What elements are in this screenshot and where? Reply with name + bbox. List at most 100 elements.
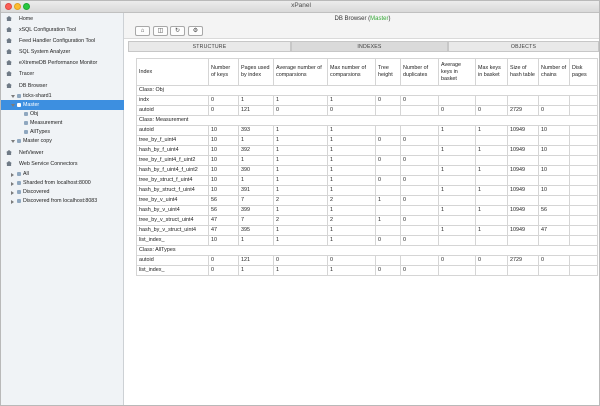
table-row[interactable]: hash_by_struct_f_uint4 10 391 1 1 1 1 10949 10 [136,185,598,196]
sidebar-item-discovered-from-localhost-8083[interactable]: Discovered from localhost:8083 [1,196,124,206]
table-cell: 10949 [507,185,539,196]
table-row[interactable]: list_index_ 10 1 1 1 0 0 [136,235,598,246]
column-header[interactable]: Index [136,58,209,86]
column-header[interactable]: Max number of comparsions [327,58,376,86]
expand-arrow-icon[interactable] [11,199,14,204]
sidebar-item-home[interactable]: Home [1,14,124,24]
sidebar-item-master-copy[interactable]: Master copy [1,136,124,146]
table-cell [438,265,476,276]
table-row[interactable]: hash_by_v_uint4 56 399 1 1 1 1 10949 56 [136,205,598,216]
refresh-button[interactable]: ↻ [170,26,185,36]
table-cell: 0 [538,255,570,266]
table-cell: 1 [438,185,476,196]
table-cell: 392 [238,145,274,156]
table-cell [375,125,401,136]
sidebar-item-xsql-configuration-tool[interactable]: xSQL Configuration Tool [1,25,124,35]
index-name-cell: indx [136,95,209,106]
table-cell [400,255,439,266]
tab-indexes[interactable]: INDEXES [291,41,448,52]
sidebar-item-sql-system-analyzer[interactable]: SQL System Analyzer [1,47,124,57]
index-name-cell: hash_by_f_uint4_f_uint2 [136,165,209,176]
table-cell [375,185,401,196]
column-header[interactable]: Pages used by index [238,58,274,86]
title-bar: xPanel [1,1,599,13]
table-cell: 10949 [507,225,539,236]
table-cell: 121 [238,255,274,266]
sidebar-item-db-browser[interactable]: DB Browser [1,81,124,91]
expand-arrow-icon[interactable] [11,190,14,195]
sidebar-item-label: Sharded from localhost:8000 [23,180,91,186]
table-row[interactable]: list_index_ 0 1 1 1 0 0 [136,265,598,276]
table-row[interactable]: tree_by_v_uint4 56 7 2 2 1 0 [136,195,598,206]
db-browser-header: DB Browser (Master) ⌂ ◫ ↻ ⚙ [124,13,599,39]
xpanel-window: xPanel Home xSQL Configuration Tool Feed H… [0,0,600,406]
collapse-arrow-icon[interactable] [11,139,15,143]
table-cell: 1 [438,205,476,216]
collapse-arrow-icon[interactable] [11,103,15,107]
table-row[interactable]: hash_by_f_uint4 10 392 1 1 1 1 10949 10 [136,145,598,156]
folder-icon [17,172,21,176]
column-header[interactable]: Size of hash table [507,58,539,86]
table-cell: 0 [273,105,328,116]
table-cell [538,265,570,276]
column-header[interactable]: Number of duplicates [400,58,439,86]
tab-objects[interactable]: OBJECTS [448,41,599,52]
sidebar-item-label: Feed Handler Configuration Tool [19,38,96,44]
table-cell [475,235,508,246]
table-cell [569,235,598,246]
table-cell: 1 [273,95,328,106]
table-cell: 399 [238,205,274,216]
table-cell: 1 [273,175,328,186]
expand-arrow-icon[interactable] [11,172,14,177]
collapse-arrow-icon[interactable] [11,94,15,98]
table-cell: 1 [238,95,274,106]
column-header[interactable]: Max keys in basket [475,58,508,86]
table-cell: 1 [327,265,376,276]
table-row[interactable]: autoid 10 393 1 1 1 1 10949 10 [136,125,598,136]
table-cell [400,105,439,116]
table-cell [569,265,598,276]
table-cell [438,235,476,246]
sidebar-item-web-service-connectors[interactable]: Web Service Connectors [1,159,124,169]
table-row[interactable]: tree_by_struct_f_uint4 10 1 1 1 0 0 [136,175,598,186]
expand-arrow-icon[interactable] [11,181,14,186]
table-cell [569,165,598,176]
sidebar-item-extremedb-performance-monitor[interactable]: eXtremeDB Performance Monitor [1,58,124,68]
index-name-cell: tree_by_struct_f_uint4 [136,175,209,186]
table-cell: 1 [273,265,328,276]
table-cell: 0 [208,105,239,116]
sidebar-item-label: Master [23,102,40,108]
column-header[interactable]: Number of chains [538,58,570,86]
table-row[interactable]: tree_by_v_struct_uint4 47 7 2 2 1 0 [136,215,598,226]
table-row[interactable]: tree_by_f_uint4_f_uint2 10 1 1 1 0 0 [136,155,598,166]
table-cell: 10949 [507,145,539,156]
table-cell: 10 [538,185,570,196]
table-row[interactable]: tree_by_f_uint4 10 1 1 1 0 0 [136,135,598,146]
settings-button[interactable]: ⚙ [188,26,203,36]
column-header[interactable]: Tree height [375,58,401,86]
table-cell [375,205,401,216]
table-cell [538,135,570,146]
split-button[interactable]: ◫ [153,26,168,36]
table-cell: 390 [238,165,274,176]
column-header[interactable]: Average number of comparsions [273,58,328,86]
table-row[interactable]: autoid 0 121 0 0 0 0 2729 0 [136,105,598,116]
tab-structure[interactable]: STRUCTURE [128,41,291,52]
table-cell: 1 [475,145,508,156]
table-cell: 0 [375,235,401,246]
sidebar-item-feed-handler-configuration-tool[interactable]: Feed Handler Configuration Tool [1,36,124,46]
table-row[interactable]: indx 0 1 1 1 0 0 [136,95,598,106]
column-header[interactable]: Average keys in basket [438,58,476,86]
column-header[interactable]: Disk pages [569,58,598,86]
column-header[interactable]: Number of keys [208,58,239,86]
table-cell: 1 [438,165,476,176]
table-row[interactable]: hash_by_f_uint4_f_uint2 10 390 1 1 1 1 10949 10 [136,165,598,176]
sidebar-item-label: eXtremeDB Performance Monitor [19,60,98,66]
table-cell: 0 [400,175,439,186]
sidebar-item-tracer[interactable]: Tracer [1,69,124,79]
table-cell: 1 [238,265,274,276]
table-row[interactable]: hash_by_v_struct_uint4 47 395 1 1 1 1 10949 47 [136,225,598,236]
home-button[interactable]: ⌂ [135,26,150,36]
table-row[interactable]: autoid 0 121 0 0 0 0 2729 0 [136,255,598,266]
sidebar-item-netviewer[interactable]: NetViewer [1,148,124,158]
